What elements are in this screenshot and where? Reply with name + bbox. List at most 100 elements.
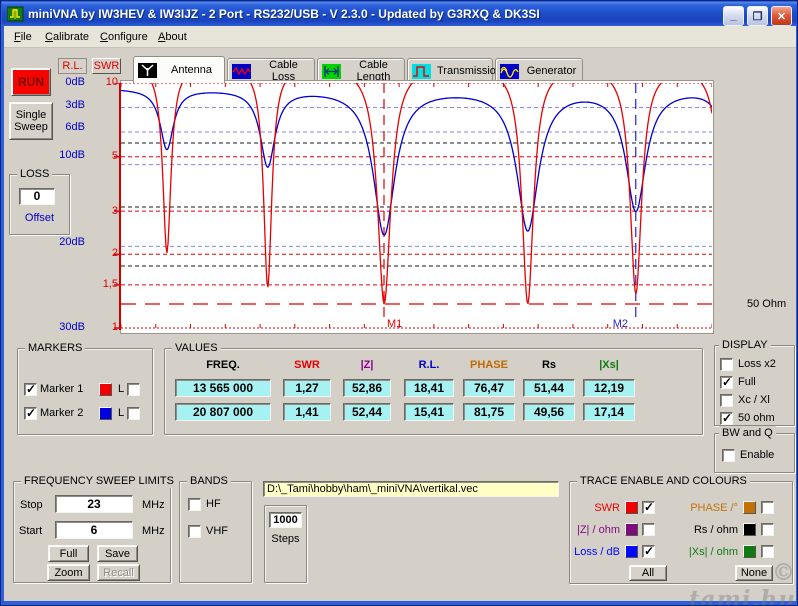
loss-offset-input[interactable]: 0: [19, 188, 55, 205]
value-swr-m2: 1,41: [283, 403, 331, 421]
xc-xl-checkbox[interactable]: [720, 394, 733, 407]
swr-axis-header[interactable]: SWR: [92, 58, 121, 74]
hf-label: HF: [206, 498, 221, 510]
marker-m2-label[interactable]: M2: [613, 318, 628, 330]
col-header-swr: SWR: [294, 359, 320, 371]
value-freq-m2: 20 807 000: [175, 403, 271, 421]
vec-file-path-field[interactable]: D:\_Tami\hobby\ham\_miniVNA\vertikal.vec: [263, 481, 559, 497]
swr-scale-label: 1,5: [102, 278, 118, 290]
trace-group-title: TRACE ENABLE AND COLOURS: [577, 474, 750, 488]
marker-m1-label[interactable]: M1: [387, 318, 402, 330]
trace-z-swatch[interactable]: [625, 523, 638, 536]
rl-scale-label: 6dB: [65, 121, 85, 133]
title-bar[interactable]: miniVNA by IW3HEV & IW3IJZ - 2 Port - RS…: [2, 2, 797, 26]
swr-scale-label: 3: [111, 205, 118, 217]
trace-phase-checkbox[interactable]: [761, 501, 774, 514]
vhf-checkbox[interactable]: [188, 525, 201, 538]
bw-q-group-title: BW and Q: [719, 426, 776, 440]
antenna-icon: [138, 62, 157, 78]
steps-input[interactable]: 1000: [269, 512, 302, 528]
fifty-ohm-checkbox[interactable]: [720, 411, 733, 425]
trace-z-checkbox[interactable]: [642, 523, 655, 536]
menu-configure[interactable]: Configure: [95, 29, 153, 45]
sweep-group-title: FREQUENCY SWEEP LIMITS: [21, 474, 177, 488]
stop-input[interactable]: 23: [55, 495, 133, 513]
maximize-button[interactable]: ❐: [747, 6, 768, 26]
tab-antenna-label: Antenna: [171, 64, 212, 76]
trace-xs-label: |Xs| / ohm: [688, 546, 738, 558]
menu-calibrate[interactable]: Calibrate: [40, 29, 94, 45]
trace-swr-swatch[interactable]: [625, 501, 638, 514]
loss-offset-label: Offset: [24, 212, 55, 224]
save-button[interactable]: Save: [97, 545, 138, 562]
tab-cable-loss-label: Cable Loss: [269, 59, 298, 83]
marker2-l-label: L: [118, 407, 125, 419]
value-rl-m2: 15,41: [404, 403, 454, 421]
watermark: © tami.hu: [688, 559, 796, 606]
tab-transmission[interactable]: Transmission: [407, 58, 502, 83]
close-button[interactable]: ✕: [771, 6, 792, 26]
marker2-label: Marker 2: [40, 407, 84, 419]
loss-group: LOSS 0 Offset: [9, 167, 70, 235]
tab-antenna[interactable]: Antenna: [133, 56, 225, 83]
chart-plot-area[interactable]: [120, 80, 714, 334]
recall-button[interactable]: Recall: [97, 564, 140, 581]
trace-phase-swatch[interactable]: [743, 501, 756, 514]
swr-scale-label: 5: [111, 150, 118, 162]
full-checkbox[interactable]: [720, 375, 733, 389]
full-sweep-button[interactable]: Full: [48, 545, 89, 562]
marker1-l-checkbox[interactable]: [127, 383, 140, 396]
tab-cable-loss[interactable]: Cable Loss: [227, 58, 315, 83]
swr-scale-label: 2: [111, 247, 118, 259]
col-header-xs: |Xs|: [599, 359, 619, 371]
menu-file[interactable]: File: [9, 29, 37, 45]
display-group-title: DISPLAY: [719, 338, 771, 352]
run-button[interactable]: RUN: [11, 68, 51, 96]
marker1-color-swatch[interactable]: [99, 383, 112, 396]
trace-rs-checkbox[interactable]: [761, 523, 774, 536]
trace-swr-checkbox[interactable]: [642, 500, 655, 514]
rl-axis-header[interactable]: R.L.: [58, 58, 87, 74]
rl-scale-label: 3dB: [65, 99, 85, 111]
steps-group: 1000 Steps: [264, 505, 307, 583]
rl-scale-label: 30dB: [59, 321, 85, 333]
trace-xs-swatch[interactable]: [743, 545, 756, 558]
hf-checkbox[interactable]: [188, 498, 201, 511]
tab-cable-length-label: Cable Length: [356, 59, 391, 83]
trace-xs-checkbox[interactable]: [761, 545, 774, 558]
value-swr-m1: 1,27: [283, 379, 331, 397]
marker1-checkbox[interactable]: [24, 382, 37, 396]
marker2-l-checkbox[interactable]: [127, 407, 140, 420]
trace-loss-checkbox[interactable]: [642, 544, 655, 558]
sweep-group: FREQUENCY SWEEP LIMITS Stop 23 MHz Start…: [13, 474, 177, 583]
tab-transmission-label: Transmission: [437, 65, 502, 77]
marker2-checkbox[interactable]: [24, 406, 37, 420]
trace-rs-swatch[interactable]: [743, 523, 756, 536]
start-input[interactable]: 6: [55, 521, 133, 539]
bw-q-enable-label: Enable: [740, 449, 775, 461]
value-xs-m1: 12,19: [583, 379, 635, 397]
value-z-m1: 52,86: [343, 379, 391, 397]
marker2-color-swatch[interactable]: [99, 407, 112, 420]
stop-unit-label: MHz: [142, 499, 165, 511]
minimize-button[interactable]: _: [723, 6, 744, 26]
tab-cable-length[interactable]: Cable Length: [317, 58, 405, 83]
single-sweep-button[interactable]: Single Sweep: [9, 102, 53, 140]
xc-xl-label: Xc / Xl: [738, 394, 770, 406]
col-header-rs: Rs: [541, 359, 557, 371]
tab-generator[interactable]: Generator: [495, 58, 583, 83]
bands-group: BANDS HF VHF: [179, 474, 252, 583]
loss-x2-checkbox[interactable]: [720, 358, 733, 371]
steps-label: Steps: [271, 533, 300, 545]
col-header-rl: R.L.: [418, 359, 440, 371]
menu-about[interactable]: About: [153, 29, 192, 45]
trace-loss-swatch[interactable]: [625, 545, 638, 558]
value-phase-m1: 76,47: [463, 379, 515, 397]
rl-scale-label: 20dB: [59, 236, 85, 248]
stop-label: Stop: [20, 499, 43, 511]
col-header-freq: FREQ.: [206, 359, 240, 371]
vhf-label: VHF: [206, 525, 228, 537]
app-window: miniVNA by IW3HEV & IW3IJZ - 2 Port - RS…: [0, 0, 798, 606]
bw-q-enable-checkbox[interactable]: [722, 449, 735, 462]
zoom-button[interactable]: Zoom: [47, 564, 90, 581]
